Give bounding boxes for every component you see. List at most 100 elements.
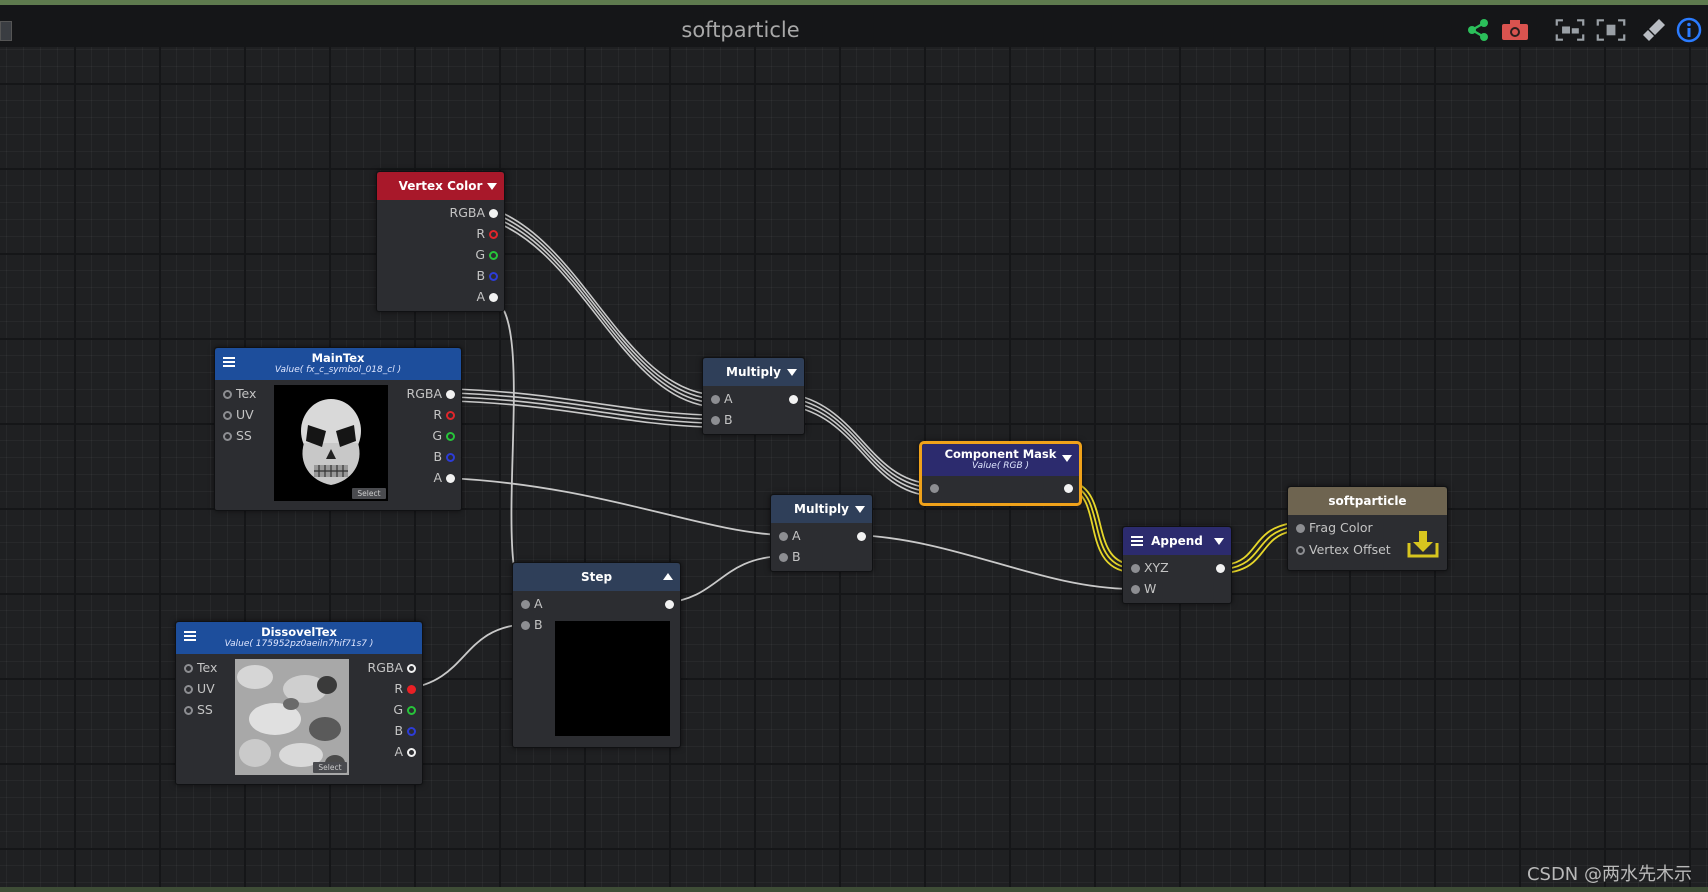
- step-node[interactable]: Step A B: [512, 562, 681, 748]
- port-ring-icon[interactable]: [446, 432, 455, 441]
- port-dot-icon[interactable]: [1131, 585, 1140, 594]
- input-uv[interactable]: UV: [223, 405, 254, 425]
- maintex-texture-preview[interactable]: Select: [274, 385, 388, 501]
- output-header[interactable]: softparticle: [1288, 487, 1447, 515]
- input-b[interactable]: B: [779, 547, 801, 567]
- menu-icon[interactable]: [184, 631, 196, 641]
- input-tex[interactable]: Tex: [184, 658, 217, 678]
- input-port[interactable]: [930, 478, 939, 498]
- port-ring-icon[interactable]: [223, 411, 232, 420]
- input-uv[interactable]: UV: [184, 679, 215, 699]
- port-ring-icon[interactable]: [223, 432, 232, 441]
- output-a[interactable]: A: [476, 287, 498, 307]
- output-port[interactable]: [789, 389, 798, 409]
- append-header[interactable]: Append: [1123, 527, 1231, 555]
- dissolvetex-header[interactable]: DissovelTex Value( 175952pz0aeiln7hif71s…: [176, 622, 422, 654]
- port-dot-icon[interactable]: [446, 390, 455, 399]
- menu-icon[interactable]: [1131, 536, 1143, 546]
- multiply-header[interactable]: Multiply: [703, 358, 804, 386]
- port-ring-icon[interactable]: [223, 390, 232, 399]
- download-icon[interactable]: [1407, 529, 1439, 559]
- output-r[interactable]: R: [476, 224, 498, 244]
- output-g[interactable]: G: [475, 245, 498, 265]
- output-port[interactable]: [1216, 558, 1225, 578]
- component-mask-node[interactable]: Component Mask Value( RGB ): [919, 441, 1082, 506]
- port-dot-icon[interactable]: [711, 395, 720, 404]
- chevron-down-icon[interactable]: [1062, 455, 1072, 462]
- port-ring-icon[interactable]: [489, 251, 498, 260]
- port-dot-icon[interactable]: [857, 532, 866, 541]
- port-dot-icon[interactable]: [711, 416, 720, 425]
- input-ss[interactable]: SS: [223, 426, 252, 446]
- port-ring-icon[interactable]: [446, 411, 455, 420]
- port-ring-icon[interactable]: [407, 748, 416, 757]
- port-ring-icon[interactable]: [1296, 546, 1305, 555]
- input-b[interactable]: B: [521, 615, 543, 635]
- input-a[interactable]: A: [711, 389, 733, 409]
- port-dot-icon[interactable]: [489, 293, 498, 302]
- input-b[interactable]: B: [711, 410, 733, 430]
- output-port[interactable]: [1064, 478, 1073, 498]
- output-g[interactable]: G: [393, 700, 416, 720]
- port-ring-icon[interactable]: [446, 453, 455, 462]
- port-dot-icon[interactable]: [521, 600, 530, 609]
- output-port[interactable]: [665, 594, 674, 614]
- port-ring-icon[interactable]: [489, 230, 498, 239]
- step-header[interactable]: Step: [513, 563, 680, 591]
- port-dot-icon[interactable]: [407, 685, 416, 694]
- dissolvetex-texture-preview[interactable]: Select: [235, 659, 349, 775]
- multiply-header[interactable]: Multiply: [771, 495, 872, 523]
- select-texture-button[interactable]: Select: [313, 762, 347, 773]
- port-dot-icon[interactable]: [521, 621, 530, 630]
- output-r[interactable]: R: [433, 405, 455, 425]
- output-rgba[interactable]: RGBA: [450, 203, 498, 223]
- port-ring-icon[interactable]: [184, 685, 193, 694]
- multiply-node-1[interactable]: Multiply A B: [702, 357, 805, 435]
- input-ss[interactable]: SS: [184, 700, 213, 720]
- port-ring-icon[interactable]: [407, 664, 416, 673]
- output-b[interactable]: B: [394, 721, 416, 741]
- maintex-sampler-node[interactable]: MainTex Value( fx_c_symbol_018_cl ) Tex …: [214, 347, 462, 511]
- output-b[interactable]: B: [433, 447, 455, 467]
- maintex-header[interactable]: MainTex Value( fx_c_symbol_018_cl ): [215, 348, 461, 380]
- input-xyz[interactable]: XYZ: [1131, 558, 1169, 578]
- input-vertex-offset[interactable]: Vertex Offset: [1296, 540, 1391, 560]
- chevron-up-icon[interactable]: [663, 573, 673, 580]
- menu-icon[interactable]: [223, 357, 235, 367]
- port-dot-icon[interactable]: [1216, 564, 1225, 573]
- port-dot-icon[interactable]: [1296, 524, 1305, 533]
- port-ring-icon[interactable]: [489, 272, 498, 281]
- output-rgba[interactable]: RGBA: [368, 658, 416, 678]
- component-mask-header[interactable]: Component Mask Value( RGB ): [922, 444, 1079, 476]
- output-b[interactable]: B: [476, 266, 498, 286]
- output-r[interactable]: R: [394, 679, 416, 699]
- input-a[interactable]: A: [521, 594, 543, 614]
- output-g[interactable]: G: [432, 426, 455, 446]
- input-tex[interactable]: Tex: [223, 384, 256, 404]
- port-dot-icon[interactable]: [779, 553, 788, 562]
- multiply-node-2[interactable]: Multiply A B: [770, 494, 873, 572]
- output-port[interactable]: [857, 526, 866, 546]
- vertex-color-node[interactable]: Vertex Color RGBA R G B A: [376, 171, 505, 312]
- port-ring-icon[interactable]: [407, 727, 416, 736]
- port-dot-icon[interactable]: [1131, 564, 1140, 573]
- chevron-down-icon[interactable]: [855, 506, 865, 513]
- port-dot-icon[interactable]: [1064, 484, 1073, 493]
- port-dot-icon[interactable]: [489, 209, 498, 218]
- output-a[interactable]: A: [394, 742, 416, 762]
- input-w[interactable]: W: [1131, 579, 1156, 599]
- append-node[interactable]: Append XYZ W: [1122, 526, 1232, 604]
- vertex-color-header[interactable]: Vertex Color: [377, 172, 504, 200]
- output-rgba[interactable]: RGBA: [407, 384, 455, 404]
- port-ring-icon[interactable]: [184, 664, 193, 673]
- dissolvetex-sampler-node[interactable]: DissovelTex Value( 175952pz0aeiln7hif71s…: [175, 621, 423, 785]
- select-texture-button[interactable]: Select: [352, 488, 386, 499]
- master-output-node[interactable]: softparticle Frag Color Vertex Offset: [1287, 486, 1448, 571]
- port-dot-icon[interactable]: [930, 484, 939, 493]
- input-a[interactable]: A: [779, 526, 801, 546]
- port-dot-icon[interactable]: [789, 395, 798, 404]
- port-ring-icon[interactable]: [407, 706, 416, 715]
- port-dot-icon[interactable]: [779, 532, 788, 541]
- output-a[interactable]: A: [433, 468, 455, 488]
- chevron-down-icon[interactable]: [487, 183, 497, 190]
